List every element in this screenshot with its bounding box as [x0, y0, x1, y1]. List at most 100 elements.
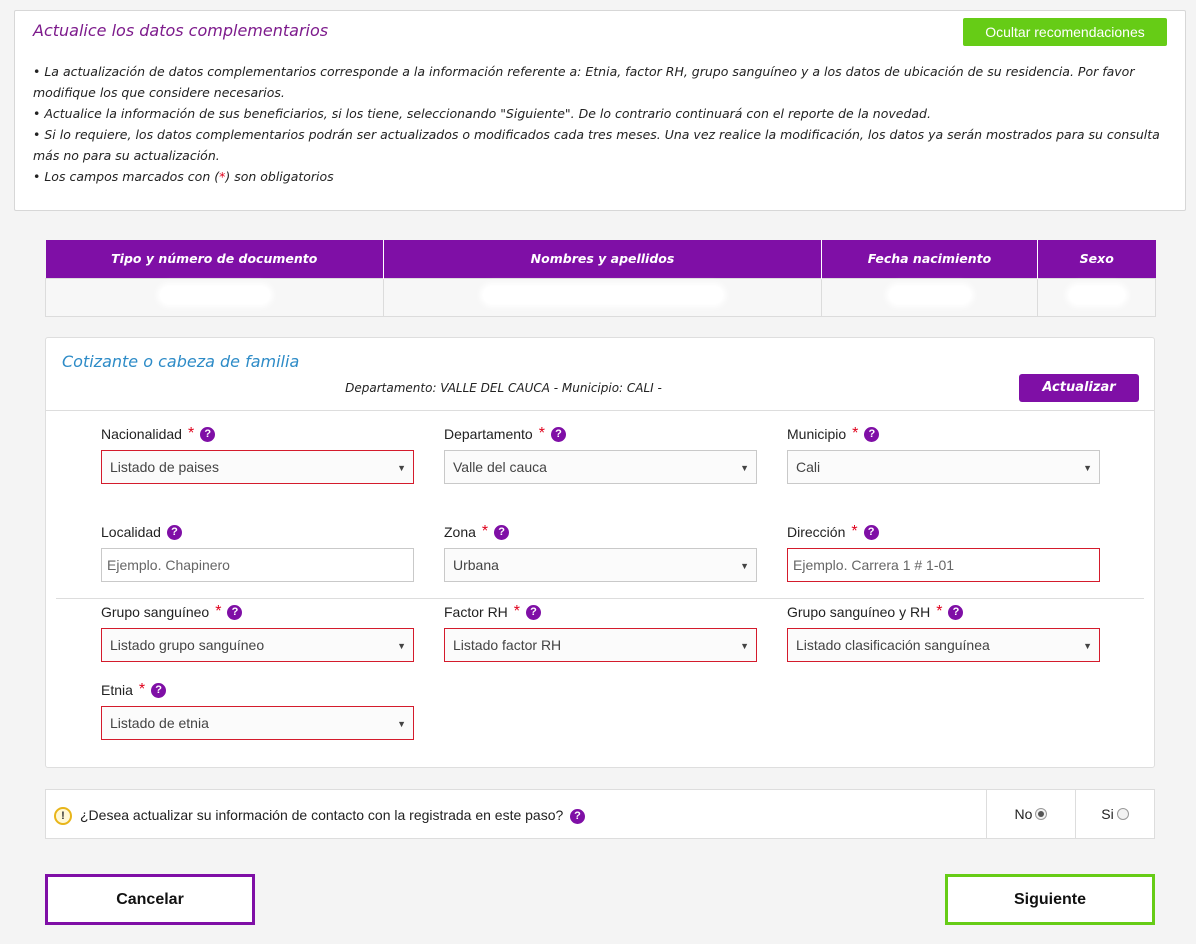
locality-input[interactable]: Ejemplo. Chapinero: [101, 548, 414, 582]
required-asterisk: *: [851, 523, 858, 540]
ethnicity-select[interactable]: Listado de etnia ▼: [101, 706, 414, 740]
cell-sex: [1037, 277, 1156, 317]
complementary-data-form: Cotizante o cabeza de familia Departamen…: [45, 337, 1155, 768]
department-label: Departamento: [444, 426, 533, 442]
rh-factor-value: Listado factor RH: [453, 637, 562, 653]
option-no-label: No: [1014, 806, 1033, 822]
required-asterisk: *: [513, 603, 521, 620]
recommendations-list: • La actualización de datos complementar…: [33, 61, 1167, 187]
redacted-value: [482, 285, 723, 304]
hide-recommendations-button[interactable]: Ocultar recomendaciones: [963, 18, 1167, 46]
radio-no[interactable]: [1035, 808, 1048, 820]
redacted-value: [159, 285, 270, 304]
municipality-value: Cali: [796, 459, 821, 475]
contact-update-question: ¿Desea actualizar su información de cont…: [80, 807, 564, 823]
chevron-down-icon: ▼: [1083, 641, 1092, 651]
chevron-down-icon: ▼: [1083, 463, 1092, 473]
required-note-after: ) son obligatorios: [225, 169, 334, 184]
recommendation-item: • Si lo requiere, los datos complementar…: [33, 127, 1160, 163]
department-select[interactable]: Valle del cauca ▼: [444, 450, 757, 484]
redacted-value: [888, 285, 971, 304]
municipality-label: Municipio: [787, 426, 847, 442]
radio-yes[interactable]: [1116, 808, 1129, 820]
help-icon[interactable]: ?: [863, 524, 879, 540]
blood-group-select[interactable]: Listado grupo sanguíneo ▼: [101, 628, 414, 662]
form-divider: [46, 410, 1154, 411]
help-icon[interactable]: ?: [864, 426, 880, 442]
blood-group-value: Listado grupo sanguíneo: [110, 637, 265, 653]
locality-placeholder: Ejemplo. Chapinero: [107, 557, 230, 573]
recommendation-item: • Actualice la información de sus benefi…: [33, 106, 931, 121]
warning-icon: !: [54, 807, 72, 825]
help-icon[interactable]: ?: [151, 682, 167, 698]
rh-factor-select[interactable]: Listado factor RH ▼: [444, 628, 757, 662]
zone-select[interactable]: Urbana ▼: [444, 548, 757, 582]
current-location-summary: Departamento: VALLE DEL CAUCA - Municipi…: [345, 381, 662, 395]
ethnicity-label: Etnia: [101, 682, 133, 698]
option-no[interactable]: No: [986, 790, 1075, 838]
help-icon[interactable]: ?: [948, 604, 964, 620]
update-button[interactable]: Actualizar: [1019, 374, 1139, 402]
blood-group-rh-label: Grupo sanguíneo y RH: [787, 604, 931, 620]
nationality-field: Nacionalidad *? Listado de paises ▼: [101, 424, 414, 484]
rh-factor-field: Factor RH *? Listado factor RH ▼: [444, 602, 757, 662]
form-divider: [56, 598, 1144, 599]
required-asterisk: *: [481, 523, 489, 540]
header-names: Nombres y apellidos: [383, 240, 822, 278]
nationality-select[interactable]: Listado de paises ▼: [101, 450, 414, 484]
chevron-down-icon: ▼: [740, 561, 749, 571]
help-icon[interactable]: ?: [227, 604, 243, 620]
nationality-label: Nacionalidad: [101, 426, 182, 442]
header-document: Tipo y número de documento: [45, 240, 384, 278]
person-info-table: Tipo y número de documento Nombres y ape…: [45, 240, 1156, 317]
cell-document: [45, 277, 384, 317]
chevron-down-icon: ▼: [740, 641, 749, 651]
chevron-down-icon: ▼: [740, 463, 749, 473]
blood-group-label: Grupo sanguíneo: [101, 604, 210, 620]
table-header-row: Tipo y número de documento Nombres y ape…: [45, 240, 1156, 278]
recommendations-panel: Actualice los datos complementarios Ocul…: [14, 10, 1186, 211]
municipality-select[interactable]: Cali ▼: [787, 450, 1100, 484]
required-asterisk: *: [538, 425, 545, 442]
required-asterisk: *: [936, 603, 943, 620]
blood-group-rh-select[interactable]: Listado clasificación sanguínea ▼: [787, 628, 1100, 662]
help-icon[interactable]: ?: [570, 809, 585, 824]
help-icon[interactable]: ?: [526, 604, 542, 620]
option-yes[interactable]: Si: [1075, 790, 1154, 838]
locality-field: Localidad? Ejemplo. Chapinero: [101, 522, 414, 582]
ethnicity-value: Listado de etnia: [110, 715, 209, 731]
header-birthdate: Fecha nacimiento: [821, 240, 1038, 278]
blood-group-rh-field: Grupo sanguíneo y RH *? Listado clasifica…: [787, 602, 1100, 662]
help-icon[interactable]: ?: [200, 426, 216, 442]
next-button[interactable]: Siguiente: [945, 874, 1155, 925]
help-icon[interactable]: ?: [550, 426, 566, 442]
blood-group-field: Grupo sanguíneo *? Listado grupo sanguíne…: [101, 602, 414, 662]
option-yes-label: Si: [1101, 806, 1114, 822]
address-placeholder: Ejemplo. Carrera 1 # 1-01: [793, 557, 955, 573]
required-asterisk: *: [215, 603, 222, 620]
required-asterisk: *: [187, 425, 195, 442]
header-sex: Sexo: [1037, 240, 1156, 278]
department-value: Valle del cauca: [453, 459, 547, 475]
zone-value: Urbana: [453, 557, 499, 573]
help-icon[interactable]: ?: [494, 524, 510, 540]
help-icon[interactable]: ?: [166, 524, 182, 540]
cell-birthdate: [821, 277, 1038, 317]
form-title: Cotizante o cabeza de familia: [62, 352, 300, 371]
required-asterisk: *: [852, 425, 859, 442]
zone-label: Zona: [444, 524, 476, 540]
ethnicity-field: Etnia *? Listado de etnia ▼: [101, 680, 414, 740]
contact-update-bar: ! ¿Desea actualizar su información de co…: [45, 789, 1155, 839]
required-asterisk: *: [138, 681, 146, 698]
chevron-down-icon: ▼: [397, 641, 406, 651]
address-input[interactable]: Ejemplo. Carrera 1 # 1-01: [787, 548, 1100, 582]
chevron-down-icon: ▼: [397, 719, 406, 729]
cancel-button[interactable]: Cancelar: [45, 874, 255, 925]
locality-label: Localidad: [101, 524, 161, 540]
recommendation-item-required-note: • Los campos marcados con (*) son obliga…: [33, 166, 1167, 187]
chevron-down-icon: ▼: [397, 463, 406, 473]
redacted-value: [1068, 285, 1125, 304]
municipality-field: Municipio *? Cali ▼: [787, 424, 1100, 484]
required-note-before: • Los campos marcados con (: [33, 169, 220, 184]
address-field: Dirección *? Ejemplo. Carrera 1 # 1-01: [787, 522, 1100, 582]
